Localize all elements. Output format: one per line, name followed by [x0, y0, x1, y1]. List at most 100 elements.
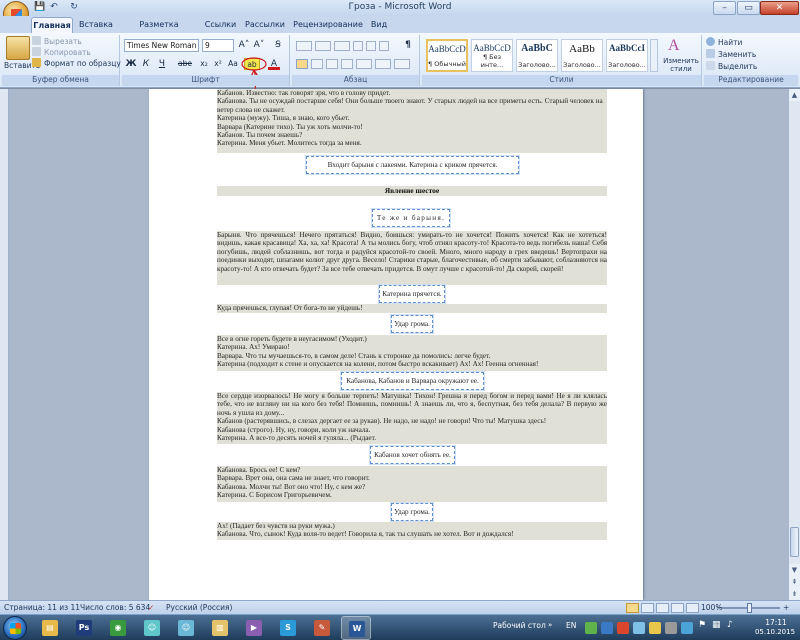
underline-button[interactable]: Ч	[156, 58, 168, 70]
style-no-spacing[interactable]: AaBbCcD ¶ Без инте...	[471, 39, 513, 72]
dialogue-block-3[interactable]: Все сердце изорвалось! Не могу я больше …	[217, 392, 607, 444]
stage-direction-frame[interactable]: Удар грома.	[390, 314, 434, 334]
zoom-in-button[interactable]: +	[783, 603, 789, 612]
page-counter[interactable]: Страница: 11 из 11	[4, 603, 80, 612]
scroll-thumb[interactable]	[790, 527, 799, 557]
outline-icon[interactable]	[671, 603, 684, 613]
superscript-button[interactable]: x²	[212, 58, 224, 70]
stage-direction-frame[interactable]: Входит барыня с лакеями. Катерина с крик…	[305, 155, 520, 175]
stage-direction-frame[interactable]: Удар грома.	[390, 502, 434, 522]
word-count[interactable]: Число слов: 5 634	[80, 603, 150, 612]
clock-time[interactable]: 17:11	[758, 618, 794, 627]
sort-icon[interactable]	[379, 41, 389, 51]
scroll-up-icon[interactable]: ▲	[789, 89, 800, 101]
scroll-down-icon[interactable]: ▼	[789, 564, 800, 576]
indent-decrease-icon[interactable]	[353, 41, 363, 51]
bullets-icon[interactable]	[296, 41, 312, 51]
network-icon[interactable]: ▦	[712, 620, 721, 630]
align-center-icon[interactable]	[311, 59, 323, 69]
tab-mailings[interactable]: Рассылки	[244, 17, 286, 33]
numbering-icon[interactable]	[315, 41, 331, 51]
tray-app-icon[interactable]	[681, 622, 693, 634]
stage-direction-frame[interactable]: Те же и барыня.	[371, 208, 451, 228]
taskbar-app-button[interactable]: Ps	[69, 616, 99, 640]
justify-icon[interactable]	[341, 59, 353, 69]
tab-home[interactable]: Главная	[31, 17, 73, 33]
flag-icon[interactable]: ⚑	[698, 620, 706, 630]
replace-button[interactable]: Заменить	[706, 49, 756, 60]
taskbar-app-button[interactable]: S	[273, 616, 303, 640]
web-layout-icon[interactable]	[656, 603, 669, 613]
bold-button[interactable]: Ж	[125, 58, 137, 70]
italic-button[interactable]: К	[140, 58, 152, 70]
shading-icon[interactable]	[375, 59, 391, 69]
tray-app-icon[interactable]	[649, 622, 661, 634]
stage-direction-frame[interactable]: Катерина прячется.	[378, 284, 446, 304]
taskbar-app-button[interactable]: ☺	[137, 616, 167, 640]
zoom-slider-thumb[interactable]	[747, 603, 752, 613]
dialogue-block-1[interactable]: Кабанов. Известно: так говорят зря, что …	[217, 89, 607, 153]
tray-app-icon[interactable]	[633, 622, 645, 634]
find-button[interactable]: Найти	[706, 37, 742, 48]
format-painter-button[interactable]: Формат по образцу	[32, 58, 121, 69]
stage-direction-frame[interactable]: Кабанов хочет обнять ее.	[369, 445, 456, 465]
change-styles-icon[interactable]: A	[668, 37, 686, 55]
tab-insert[interactable]: Вставка	[77, 17, 115, 33]
taskbar-app-button[interactable]: ▥	[205, 616, 235, 640]
print-layout-icon[interactable]	[626, 603, 639, 613]
start-button[interactable]	[3, 616, 27, 640]
volume-icon[interactable]: ♪	[727, 620, 733, 630]
taskbar-app-button[interactable]: W	[341, 616, 371, 640]
styles-scroll[interactable]	[650, 39, 658, 72]
tray-app-icon[interactable]	[617, 622, 629, 634]
minimize-button[interactable]: –	[713, 1, 736, 15]
borders-icon[interactable]	[394, 59, 410, 69]
tray-app-icon[interactable]	[601, 622, 613, 634]
dialogue-block-5[interactable]: Ах! (Падает без чувств на руки мужа.) Ка…	[217, 522, 607, 540]
desktop-toolbar[interactable]: Рабочий стол	[493, 621, 546, 630]
tab-page-layout[interactable]: Разметка страницы	[120, 17, 198, 44]
dialogue-line[interactable]: Куда прячешься, глупая! От бога-то не уй…	[217, 304, 607, 313]
tab-references[interactable]: Ссылки	[203, 17, 238, 33]
vertical-scrollbar[interactable]: ▲ ▼ ⇞ ⇟	[788, 89, 800, 600]
line-spacing-icon[interactable]	[356, 59, 372, 69]
tray-app-icon[interactable]	[585, 622, 597, 634]
proofing-icon[interactable]: ✓	[148, 603, 154, 612]
indent-increase-icon[interactable]	[366, 41, 376, 51]
taskbar-app-button[interactable]: ◉	[103, 616, 133, 640]
taskbar-app-button[interactable]: ▤	[35, 616, 65, 640]
show-marks-button[interactable]: ¶	[402, 39, 414, 51]
strikethrough-button[interactable]: abe	[176, 58, 194, 70]
multilevel-icon[interactable]	[334, 41, 350, 51]
barynya-speech[interactable]: Барыня. Что прячешься! Нечего прятаться!…	[217, 231, 607, 285]
style-heading-1[interactable]: AaBbC Заголово...	[516, 39, 558, 72]
language-indicator[interactable]: EN	[566, 621, 576, 630]
cut-button[interactable]: Вырезать	[32, 36, 82, 47]
draft-icon[interactable]	[686, 603, 699, 613]
style-normal[interactable]: AaBbCcD ¶ Обычный	[426, 39, 468, 72]
copy-button[interactable]: Копировать	[32, 47, 91, 58]
taskbar-app-button[interactable]: ☺	[171, 616, 201, 640]
paste-icon[interactable]	[6, 36, 30, 60]
align-right-icon[interactable]	[326, 59, 338, 69]
dialogue-block-4[interactable]: Кабанова. Брось ее! С кем? Варвара. Врет…	[217, 466, 607, 502]
dialogue-block-2[interactable]: Все в огне гореть будете в неугасимом! (…	[217, 335, 607, 371]
tray-app-icon[interactable]	[665, 622, 677, 634]
desktop-toolbar-arrow-icon[interactable]: »	[548, 621, 552, 629]
align-left-icon[interactable]	[296, 59, 308, 69]
tab-review[interactable]: Рецензирование	[293, 17, 363, 33]
font-family-combo[interactable]: Times New Roman (C	[124, 39, 199, 52]
next-page-icon[interactable]: ⇟	[789, 588, 800, 600]
style-heading-3[interactable]: AaBbCcI Заголово...	[606, 39, 648, 72]
subscript-button[interactable]: x₂	[198, 58, 210, 70]
clock-date[interactable]: 05.10.2015	[752, 628, 798, 636]
select-button[interactable]: Выделить	[706, 61, 757, 72]
full-screen-icon[interactable]	[641, 603, 654, 613]
prev-page-icon[interactable]: ⇞	[789, 576, 800, 588]
taskbar-app-button[interactable]: ▶	[239, 616, 269, 640]
stage-direction-frame[interactable]: Кабанова, Кабанов и Варвара окружают ее.	[340, 371, 485, 391]
language-indicator[interactable]: Русский (Россия)	[166, 603, 232, 612]
style-heading-2[interactable]: AaBb Заголово...	[561, 39, 603, 72]
maximize-button[interactable]: ▭	[737, 1, 760, 15]
tab-view[interactable]: Вид	[368, 17, 390, 33]
